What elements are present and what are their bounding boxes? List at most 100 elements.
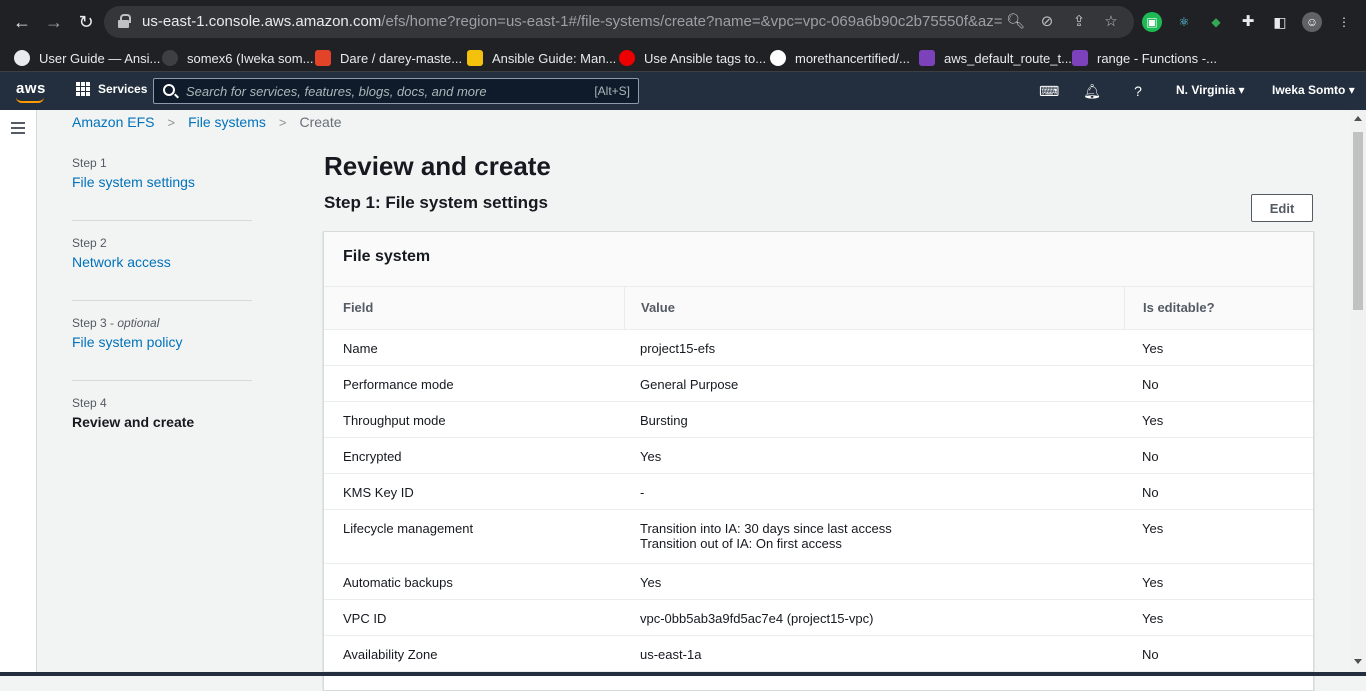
wizard-step-1: Step 1 File system settings	[72, 156, 252, 221]
bookmark-star-icon[interactable]: ☆	[1102, 13, 1120, 31]
profile-avatar[interactable]: ☺	[1302, 12, 1322, 32]
value-line: Yes	[640, 449, 662, 464]
bookmark-label: morethancertified/...	[795, 50, 910, 66]
editable-cell: Yes	[1142, 611, 1164, 626]
table-row: Performance mode General Purpose No	[324, 366, 1313, 402]
side-panel-icon[interactable]: ◧	[1270, 12, 1290, 32]
value-cell: General Purpose	[624, 366, 1124, 401]
redhat-icon	[619, 50, 635, 66]
step-link-file-system-policy[interactable]: File system policy	[72, 334, 252, 350]
value-cell: Yes	[624, 564, 1124, 599]
scroll-thumb[interactable]	[1353, 132, 1363, 310]
step-number: Step 2	[72, 236, 252, 250]
aws-smile-icon	[16, 97, 44, 103]
breadcrumb-amazon-efs[interactable]: Amazon EFS	[72, 114, 154, 130]
field-cell: Performance mode	[343, 377, 454, 392]
bookmark-item[interactable]: Use Ansible tags to...	[619, 48, 766, 68]
back-arrow-icon[interactable]: ←	[10, 10, 34, 34]
scroll-up-arrow-icon[interactable]	[1354, 116, 1362, 121]
menu-kebab-icon[interactable]: ⋮	[1334, 12, 1354, 32]
field-cell: Availability Zone	[343, 647, 438, 662]
step-number: Step 3 - optional	[72, 316, 252, 330]
globe-icon	[14, 50, 30, 66]
edit-button[interactable]: Edit	[1251, 194, 1313, 222]
bookmark-item[interactable]: range - Functions -...	[1072, 48, 1217, 68]
editable-cell: No	[1142, 377, 1159, 392]
address-bar[interactable]: us-east-1.console.aws.amazon.com/efs/hom…	[104, 6, 1134, 38]
region-selector[interactable]: N. Virginia ▾	[1176, 83, 1244, 97]
cloudshell-icon[interactable]: ⌨	[1039, 82, 1059, 100]
value-line: Bursting	[640, 413, 688, 428]
url-host: us-east-1.console.aws.amazon.com	[142, 13, 382, 30]
extensions-puzzle-icon[interactable]: ✚	[1238, 12, 1258, 32]
breadcrumb: Amazon EFS > File systems > Create	[72, 114, 342, 130]
account-menu[interactable]: Iweka Somto ▾	[1272, 83, 1355, 97]
value-cell: -	[624, 474, 1124, 509]
field-cell: VPC ID	[343, 611, 387, 626]
extension-green-icon[interactable]: ▣	[1142, 12, 1162, 32]
field-cell: KMS Key ID	[343, 485, 414, 500]
aws-logo[interactable]: aws	[16, 80, 46, 97]
help-icon[interactable]: ?	[1129, 82, 1147, 100]
share-icon[interactable]: ⇪	[1070, 13, 1088, 31]
eye-off-icon[interactable]: ⊘	[1038, 13, 1056, 31]
editable-cell: Yes	[1142, 341, 1164, 356]
step-number-text: Step 4	[72, 396, 107, 410]
scroll-down-arrow-icon[interactable]	[1354, 659, 1362, 664]
gitlab-icon	[315, 50, 331, 66]
step-link-file-system-settings[interactable]: File system settings	[72, 174, 252, 190]
forward-arrow-icon[interactable]: →	[42, 10, 66, 34]
breadcrumb-current: Create	[299, 114, 342, 130]
bookmark-item[interactable]: morethancertified/...	[770, 48, 910, 68]
page-scrollbar[interactable]	[1350, 110, 1366, 676]
bookmark-item[interactable]: somex6 (Iweka som...	[162, 48, 313, 68]
bookmark-label: aws_default_route_t...	[944, 50, 1072, 66]
value-cell: Bursting	[624, 402, 1124, 437]
zoom-icon[interactable]: 🔍︎	[1006, 13, 1025, 31]
table-row: Encrypted Yes No	[324, 438, 1313, 474]
bookmark-label: Dare / darey-maste...	[340, 50, 463, 66]
lock-icon	[118, 14, 131, 28]
table-row: Lifecycle management Transition into IA: …	[324, 510, 1313, 564]
url-text[interactable]: us-east-1.console.aws.amazon.com/efs/hom…	[142, 13, 1002, 30]
reload-icon[interactable]: ↻	[74, 10, 98, 34]
step-link-network-access[interactable]: Network access	[72, 254, 252, 270]
github-icon	[162, 50, 178, 66]
services-label: Services	[98, 82, 148, 96]
chevron-right-icon: >	[278, 114, 287, 130]
react-devtools-icon[interactable]: ⚛	[1174, 12, 1194, 32]
table-row: Throughput mode Bursting Yes	[324, 402, 1313, 438]
editable-cell: No	[1142, 485, 1159, 500]
search-input[interactable]	[186, 82, 586, 100]
wizard-step-3: Step 3 - optional File system policy	[72, 316, 252, 381]
step-number: Step 1	[72, 156, 252, 170]
browser-toolbar: ← → ↻ us-east-1.console.aws.amazon.com/e…	[0, 0, 1366, 44]
bookmark-item[interactable]: User Guide — Ansi...	[14, 48, 160, 68]
field-cell: Throughput mode	[343, 413, 446, 428]
field-cell: Automatic backups	[343, 575, 453, 590]
aws-top-nav: aws Services [Alt+S] ⌨ 🔔︎ ? N. Virginia …	[0, 72, 1366, 110]
bookmark-label: somex6 (Iweka som...	[187, 50, 314, 66]
breadcrumb-file-systems[interactable]: File systems	[188, 114, 266, 130]
editable-cell: Yes	[1142, 521, 1164, 536]
table-row: Automatic backups Yes Yes	[324, 564, 1313, 600]
field-cell: Name	[343, 341, 378, 356]
console-search[interactable]: [Alt+S]	[153, 78, 639, 104]
bookmark-item[interactable]: Ansible Guide: Man...	[467, 48, 616, 68]
services-menu-button[interactable]: Services	[76, 82, 147, 96]
step-number-text: Step 1	[72, 156, 107, 170]
step-current-review-and-create: Review and create	[72, 414, 195, 430]
notifications-bell-icon[interactable]: 🔔︎	[1083, 82, 1101, 100]
editable-cell: Yes	[1142, 575, 1164, 590]
value-line: project15-efs	[640, 341, 716, 356]
value-cell: Yes	[624, 438, 1124, 473]
field-cell: Encrypted	[343, 449, 402, 464]
bookmark-item[interactable]: aws_default_route_t...	[919, 48, 1072, 68]
file-system-panel: File system Field Value Is editable? Nam…	[323, 231, 1314, 691]
bookmark-item[interactable]: Dare / darey-maste...	[315, 48, 462, 68]
github-icon	[770, 50, 786, 66]
table-row: VPC ID vpc-0bb5ab3a9fd5ac7e4 (project15-v…	[324, 600, 1313, 636]
extension-color-icon[interactable]: ◆	[1206, 12, 1226, 32]
menu-hamburger-icon[interactable]	[11, 122, 25, 134]
table-row: KMS Key ID - No	[324, 474, 1313, 510]
